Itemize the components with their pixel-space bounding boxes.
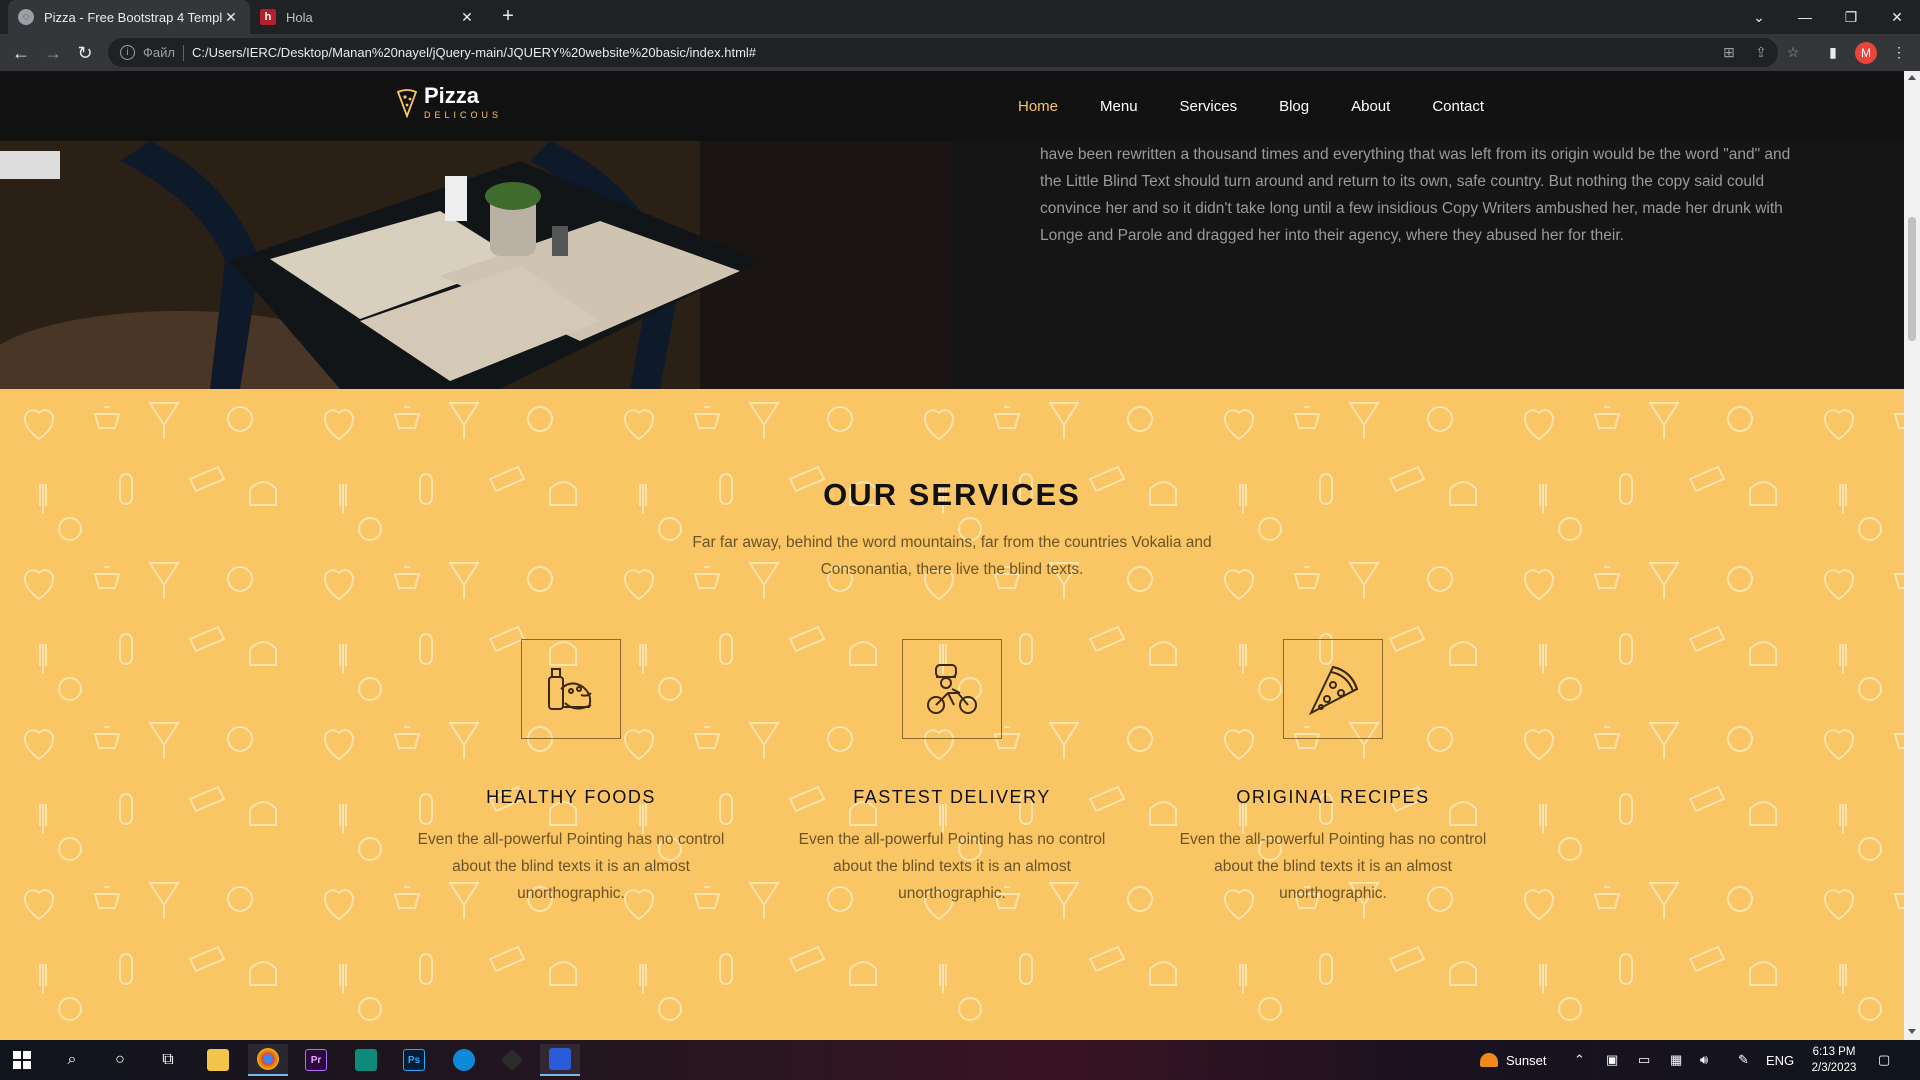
logo-name: Pizza xyxy=(424,83,480,108)
volume-icon[interactable]: 🔊︎ xyxy=(1700,1040,1708,1080)
photoshop-icon[interactable]: Ps xyxy=(394,1044,434,1076)
service-card-recipes: ORIGINAL RECIPES Even the all-powerful P… xyxy=(1143,639,1523,907)
browser-tab-bar: ◌ Pizza - Free Bootstrap 4 Templat ✕ h H… xyxy=(0,0,1920,34)
window-close-icon[interactable]: ✕ xyxy=(1874,0,1920,34)
nav-about[interactable]: About xyxy=(1351,98,1390,115)
tab-pizza[interactable]: ◌ Pizza - Free Bootstrap 4 Templat ✕ xyxy=(8,0,250,34)
app-icon[interactable] xyxy=(540,1044,580,1076)
nav-services[interactable]: Services xyxy=(1180,98,1238,115)
pizza-slice-icon xyxy=(1283,639,1383,739)
nav-menu[interactable]: Menu xyxy=(1100,98,1138,115)
windows-taskbar: ⌕ ○ ⧉ Pr Ps Sunset ⌃ ▣ ▭ ▦ 🔊︎ ✎ ENG 6:13… xyxy=(0,1040,1920,1080)
address-bar[interactable]: i Файл C:/Users/IERC/Desktop/Manan%20nay… xyxy=(108,38,1778,67)
service-card-healthy: HEALTHY FOODS Even the all-powerful Poin… xyxy=(381,639,761,907)
nav-contact[interactable]: Contact xyxy=(1432,98,1484,115)
service-description: Even the all-powerful Pointing has no co… xyxy=(1179,831,1487,902)
service-name: ORIGINAL RECIPES xyxy=(1236,787,1430,807)
url-text[interactable]: C:/Users/IERC/Desktop/Manan%20nayel/jQue… xyxy=(192,45,756,60)
scrollbar-thumb[interactable] xyxy=(1908,217,1916,341)
windows-start-icon[interactable] xyxy=(2,1044,42,1076)
network-icon[interactable]: ▭ xyxy=(1638,1040,1650,1080)
translate-icon[interactable]: ⊞ xyxy=(1718,41,1740,63)
hola-favicon-icon: h xyxy=(260,9,276,25)
globe-icon: ◌ xyxy=(18,9,34,25)
weather-label: Sunset xyxy=(1506,1052,1547,1068)
main-menu: Home Menu Services Blog About Contact xyxy=(1018,71,1526,141)
app-icon[interactable] xyxy=(346,1044,386,1076)
kebab-menu-icon[interactable]: ⋮ xyxy=(1888,41,1910,63)
notifications-icon[interactable]: ▢ xyxy=(1878,1040,1890,1080)
address-toolbar: ← → ↻ i Файл C:/Users/IERC/Desktop/Manan… xyxy=(0,34,1920,71)
minimize-icon[interactable]: — xyxy=(1782,0,1828,34)
restaurant-table-photo xyxy=(0,141,950,389)
healthy-food-icon xyxy=(521,639,621,739)
app-icon[interactable] xyxy=(492,1044,532,1076)
scroll-up-icon[interactable] xyxy=(1908,75,1916,80)
service-name: FASTEST DELIVERY xyxy=(853,787,1051,807)
chrome-icon[interactable] xyxy=(248,1044,288,1076)
services-section: OUR SERVICES Far far away, behind the wo… xyxy=(0,389,1904,1040)
service-card-delivery: FASTEST DELIVERY Even the all-powerful P… xyxy=(762,639,1142,907)
file-explorer-icon[interactable] xyxy=(198,1044,238,1076)
search-icon[interactable]: ⌕ xyxy=(52,1044,92,1076)
clock[interactable]: 6:13 PM 2/3/2023 xyxy=(1802,1044,1866,1076)
page-viewport: Pizza DELICOUS Home Menu Services Blog A… xyxy=(0,71,1904,1040)
page-scrollbar[interactable] xyxy=(1904,71,1920,1040)
bookmark-star-icon[interactable]: ☆ xyxy=(1782,41,1804,63)
services-subtitle: Far far away, behind the word mountains,… xyxy=(692,534,1212,578)
restore-icon[interactable]: ❐ xyxy=(1828,0,1874,34)
tab-search-chevron-icon[interactable]: ⌄ xyxy=(1736,0,1782,34)
tray-app-icon[interactable]: ▦ xyxy=(1670,1040,1682,1080)
file-scheme-label: Файл xyxy=(143,45,175,60)
side-panel-icon[interactable]: ▮ xyxy=(1822,41,1844,63)
profile-avatar[interactable]: M xyxy=(1855,42,1877,64)
reload-icon[interactable]: ↻ xyxy=(73,41,97,65)
tray-chevron-icon[interactable]: ⌃ xyxy=(1574,1040,1585,1080)
services-title: OUR SERVICES xyxy=(823,477,1081,512)
nav-home[interactable]: Home xyxy=(1018,98,1058,115)
tab-title: Hola xyxy=(286,9,313,25)
premiere-pro-icon[interactable]: Pr xyxy=(296,1044,336,1076)
tray-app-icon[interactable]: ▣ xyxy=(1606,1040,1618,1080)
nav-blog[interactable]: Blog xyxy=(1279,98,1309,115)
tab-close-icon[interactable]: ✕ xyxy=(458,9,476,26)
service-name: HEALTHY FOODS xyxy=(486,787,656,807)
pen-icon[interactable]: ✎ xyxy=(1738,1040,1749,1080)
share-icon[interactable]: ⇪ xyxy=(1750,41,1772,63)
tab-title: Pizza - Free Bootstrap 4 Templat xyxy=(44,9,222,25)
info-icon[interactable]: i xyxy=(120,45,135,60)
forward-icon[interactable]: → xyxy=(41,41,65,65)
language-indicator[interactable]: ENG xyxy=(1766,1040,1794,1080)
clock-date: 2/3/2023 xyxy=(1811,1062,1857,1074)
about-paragraph: have been rewritten a thousand times and… xyxy=(1040,146,1791,244)
clock-time: 6:13 PM xyxy=(1812,1046,1856,1058)
task-view-icon[interactable]: ⧉ xyxy=(148,1044,188,1076)
new-tab-icon[interactable]: + xyxy=(496,6,520,28)
weather-widget[interactable]: Sunset xyxy=(1480,1040,1546,1080)
sunset-icon xyxy=(1480,1053,1498,1067)
site-navbar: Pizza DELICOUS Home Menu Services Blog A… xyxy=(0,71,1904,141)
divider xyxy=(182,44,184,61)
service-description: Even the all-powerful Pointing has no co… xyxy=(798,831,1106,902)
tab-hola[interactable]: h Hola ✕ xyxy=(250,0,486,34)
tab-close-icon[interactable]: ✕ xyxy=(222,9,240,26)
service-description: Even the all-powerful Pointing has no co… xyxy=(417,831,725,902)
edge-icon[interactable] xyxy=(444,1044,484,1076)
site-logo[interactable]: Pizza DELICOUS xyxy=(396,85,502,121)
cortana-icon[interactable]: ○ xyxy=(100,1044,140,1076)
scroll-down-icon[interactable] xyxy=(1908,1029,1916,1034)
back-icon[interactable]: ← xyxy=(9,41,33,65)
logo-tagline: DELICOUS xyxy=(424,110,503,120)
delivery-bike-icon xyxy=(902,639,1002,739)
pizza-logo-icon xyxy=(396,89,418,118)
about-section: have been rewritten a thousand times and… xyxy=(0,141,1904,389)
